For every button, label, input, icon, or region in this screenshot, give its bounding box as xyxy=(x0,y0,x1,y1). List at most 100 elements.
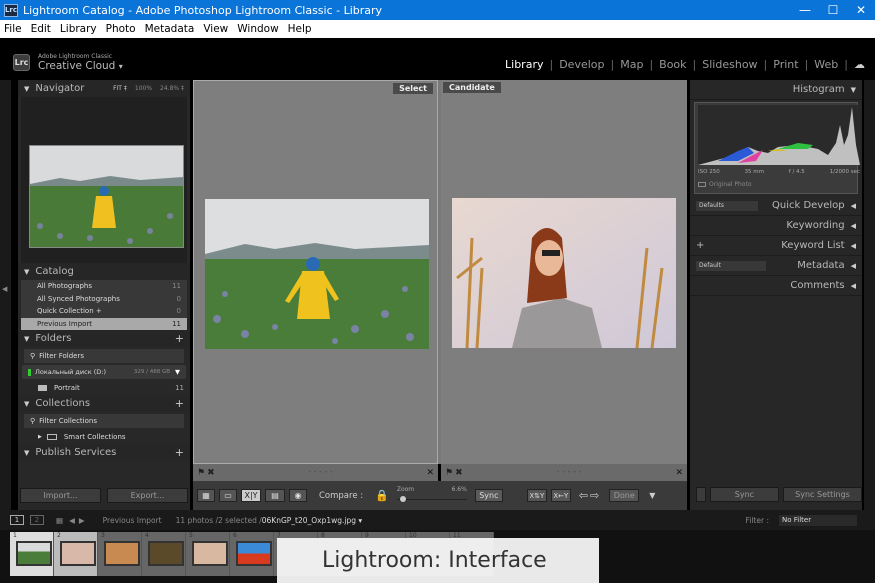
flag-icon[interactable]: ⚑ xyxy=(445,468,453,478)
collections-header[interactable]: ▼ Collections + xyxy=(18,395,190,412)
disk-item[interactable]: Локальный диск (D:) 329 / 488 GB ▼ xyxy=(22,365,186,379)
original-photo-toggle[interactable]: Original Photo xyxy=(698,181,752,188)
forward-arrow-icon[interactable]: ▶ xyxy=(79,516,85,525)
menu-photo[interactable]: Photo xyxy=(106,23,136,35)
navigator-preview[interactable] xyxy=(21,97,187,263)
zoom-slider[interactable]: Zoom 6.6% xyxy=(396,486,467,506)
menu-file[interactable]: File xyxy=(4,23,22,35)
select-pane[interactable]: Select xyxy=(193,80,438,464)
back-arrow-icon[interactable]: ◀ xyxy=(69,516,75,525)
filter-dropdown[interactable]: No Filter xyxy=(779,514,857,526)
filmstrip-cell[interactable]: 5 xyxy=(186,532,230,576)
add-collection-icon[interactable]: + xyxy=(175,397,184,410)
menu-help[interactable]: Help xyxy=(288,23,312,35)
catalog-item[interactable]: All Photographs 11 xyxy=(21,280,187,293)
module-slideshow[interactable]: Slideshow xyxy=(702,58,757,71)
catalog-item[interactable]: Quick Collection + 0 xyxy=(21,305,187,318)
close-button[interactable]: ✕ xyxy=(847,0,875,20)
chevron-down-icon[interactable]: ▼ xyxy=(175,368,180,376)
make-select-button[interactable]: X←Y xyxy=(550,489,571,502)
zoom-custom[interactable]: 24.8% ‡ xyxy=(160,85,184,92)
histogram-header[interactable]: Histogram ▼ xyxy=(690,80,862,100)
main-window-button[interactable]: 1 xyxy=(10,515,24,525)
swap-button[interactable]: X⇅Y xyxy=(526,489,547,502)
folders-header[interactable]: ▼ Folders + xyxy=(18,330,190,347)
done-button[interactable]: Done xyxy=(609,489,640,502)
module-develop[interactable]: Develop xyxy=(559,58,604,71)
survey-view-button[interactable]: ▤ xyxy=(265,489,285,502)
comments-header[interactable]: Comments ◀ xyxy=(690,276,862,296)
identity-big-text[interactable]: Creative Cloud ▾ xyxy=(38,60,123,72)
lock-icon[interactable]: 🔒 xyxy=(375,489,389,502)
shutter-speed-value: 1/2000 sec xyxy=(829,169,860,175)
quick-develop-header[interactable]: Defaults Quick Develop ◀ xyxy=(690,196,862,216)
sync-metadata-button[interactable]: Sync xyxy=(709,487,779,502)
module-map[interactable]: Map xyxy=(620,58,643,71)
keywording-header[interactable]: Keywording ◀ xyxy=(690,216,862,236)
add-folder-icon[interactable]: + xyxy=(175,332,184,345)
metadata-header[interactable]: Default Metadata ◀ xyxy=(690,256,862,276)
filter-folders-input[interactable]: ⚲ Filter Folders xyxy=(24,349,184,363)
next-arrow-icon[interactable]: ⇨ xyxy=(590,489,599,502)
previous-arrow-icon[interactable]: ⇦ xyxy=(579,489,588,502)
people-view-button[interactable]: ◉ xyxy=(289,489,307,502)
candidate-pane[interactable]: Candidate xyxy=(441,80,687,464)
close-pane-icon[interactable]: ✕ xyxy=(675,468,683,478)
menu-library[interactable]: Library xyxy=(60,23,97,35)
import-button[interactable]: Import... xyxy=(20,488,101,503)
filmstrip-cell[interactable]: 1 xyxy=(10,532,54,576)
menu-edit[interactable]: Edit xyxy=(31,23,51,35)
compare-view-button[interactable]: X|Y xyxy=(241,489,261,502)
catalog-item[interactable]: All Synced Photographs 0 xyxy=(21,293,187,306)
zoom-100[interactable]: 100% xyxy=(135,85,152,92)
filter-collections-input[interactable]: ⚲ Filter Collections xyxy=(24,414,184,428)
zoom-slider-handle[interactable] xyxy=(399,495,406,502)
menu-window[interactable]: Window xyxy=(237,23,278,35)
menu-view[interactable]: View xyxy=(203,23,228,35)
right-panel-scrollbar[interactable] xyxy=(864,80,875,510)
histogram[interactable]: ISO 250 35 mm f / 4.5 1/2000 sec Origina… xyxy=(694,102,860,194)
file-name[interactable]: 06KnGP_t20_Oxp1wg.jpg ▾ xyxy=(262,516,362,525)
module-book[interactable]: Book xyxy=(659,58,686,71)
close-pane-icon[interactable]: ✕ xyxy=(426,468,434,478)
reject-flag-icon[interactable]: ✖ xyxy=(207,468,215,478)
catalog-header[interactable]: ▼ Catalog xyxy=(18,263,190,280)
metadata-preset-dropdown[interactable]: Default xyxy=(696,260,766,271)
sync-button[interactable]: Sync xyxy=(474,489,503,502)
zoom-fit[interactable]: FIT ‡ xyxy=(113,85,127,92)
maximize-button[interactable]: ☐ xyxy=(819,0,847,20)
filmstrip-cell[interactable]: 2 xyxy=(54,532,98,576)
toolbar-menu-icon[interactable]: ▼ xyxy=(649,491,655,500)
reject-flag-icon[interactable]: ✖ xyxy=(455,468,463,478)
filmstrip-cell[interactable]: 6 xyxy=(230,532,274,576)
module-web[interactable]: Web xyxy=(814,58,838,71)
keyword-list-header[interactable]: + Keyword List ◀ xyxy=(690,236,862,256)
folder-item[interactable]: Portrait 11 xyxy=(18,381,190,395)
secondary-window-button[interactable]: 2 xyxy=(30,515,44,525)
source-label[interactable]: Previous Import xyxy=(103,516,162,525)
add-publish-icon[interactable]: + xyxy=(175,446,184,459)
cloud-sync-icon[interactable]: ☁ xyxy=(854,58,865,71)
flag-icon[interactable]: ⚑ xyxy=(197,468,205,478)
loupe-view-button[interactable]: ▭ xyxy=(219,489,237,502)
filmstrip-cell[interactable]: 3 xyxy=(98,532,142,576)
module-print[interactable]: Print xyxy=(773,58,798,71)
minimize-button[interactable]: — xyxy=(791,0,819,20)
module-library[interactable]: Library xyxy=(505,58,543,71)
rating-dots[interactable]: • • • • • xyxy=(308,469,333,476)
publish-services-header[interactable]: ▼ Publish Services + xyxy=(18,444,190,461)
catalog-item-selected[interactable]: Previous Import 11 xyxy=(21,317,187,330)
navigator-header[interactable]: ▼ Navigator FIT ‡ 100% 24.8% ‡ xyxy=(18,80,190,97)
grid-icon[interactable]: ▦ xyxy=(56,516,63,525)
filmstrip-cell[interactable]: 4 xyxy=(142,532,186,576)
sync-settings-button[interactable]: Sync Settings xyxy=(783,487,862,502)
saved-preset-dropdown[interactable]: Defaults xyxy=(696,200,758,211)
rating-dots[interactable]: • • • • • xyxy=(556,469,581,476)
add-keyword-icon[interactable]: + xyxy=(696,240,704,251)
left-panel-toggle[interactable]: ◀ xyxy=(0,80,11,510)
smart-collections-item[interactable]: ▶ Smart Collections xyxy=(18,430,190,444)
grid-view-button[interactable]: ▦ xyxy=(197,489,215,502)
menu-metadata[interactable]: Metadata xyxy=(145,23,195,35)
auto-sync-toggle[interactable] xyxy=(696,487,706,502)
export-button[interactable]: Export... xyxy=(107,488,188,503)
